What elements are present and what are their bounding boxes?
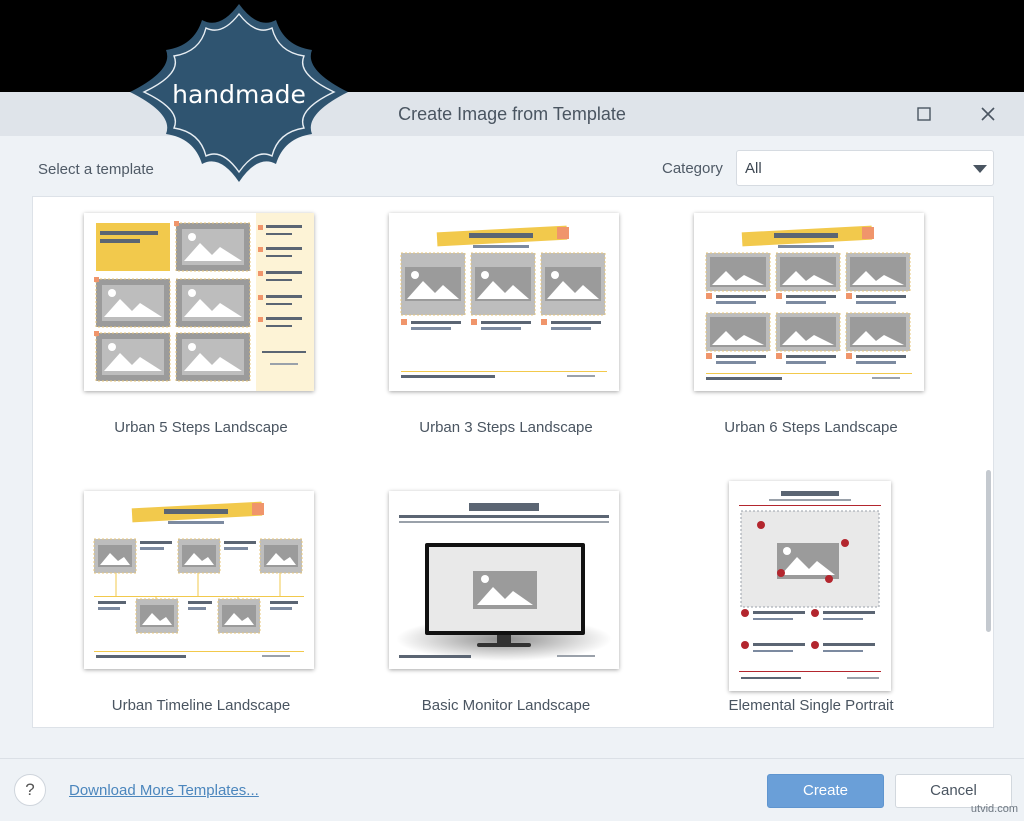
watermark-text: utvid.com [970,803,1018,815]
template-gallery[interactable]: Urban 5 Steps Landscape Urban 3 Steps La… [32,196,994,728]
handmade-logo: handmade [128,2,350,184]
template-label: Urban 5 Steps Landscape [114,419,288,436]
create-button[interactable]: Create [767,774,884,808]
help-button[interactable]: ? [14,774,46,806]
template-label: Basic Monitor Landscape [421,697,591,714]
template-card-basic-monitor[interactable]: Basic Monitor Landscape [376,481,636,727]
close-icon [981,107,995,121]
template-card-urban-6-steps[interactable]: Urban 6 Steps Landscape [681,203,941,453]
dialog-footer: ? Download More Templates... Create Canc… [0,758,1024,821]
download-more-templates-link[interactable]: Download More Templates... [69,782,259,799]
template-thumbnail [389,491,619,669]
template-card-urban-5-steps[interactable]: Urban 5 Steps Landscape [71,203,331,453]
template-label: Urban 6 Steps Landscape [724,419,898,436]
template-label: Elemental Single Portrait [728,697,894,714]
template-card-urban-timeline[interactable]: Urban Timeline Landscape [71,481,331,727]
maximize-icon [917,107,931,121]
handmade-logo-text: handmade [172,80,306,109]
create-image-dialog: Create Image from Template Select a temp… [0,92,1024,821]
template-card-urban-3-steps[interactable]: Urban 3 Steps Landscape [376,203,636,453]
template-label: Urban 3 Steps Landscape [419,419,593,436]
close-button[interactable] [972,98,1004,130]
template-thumbnail [694,213,924,391]
category-dropdown[interactable]: All [736,150,994,186]
template-card-elemental-single[interactable]: Elemental Single Portrait [681,481,941,727]
template-thumbnail [389,213,619,391]
category-dropdown-value: All [745,160,762,177]
template-thumbnail [729,481,891,691]
template-thumbnail [84,491,314,669]
gallery-scrollbar[interactable] [986,470,991,632]
template-thumbnail [84,213,314,391]
category-label: Category [662,160,723,177]
maximize-button[interactable] [908,98,940,130]
chevron-down-icon [973,165,987,173]
template-label: Urban Timeline Landscape [111,697,291,714]
